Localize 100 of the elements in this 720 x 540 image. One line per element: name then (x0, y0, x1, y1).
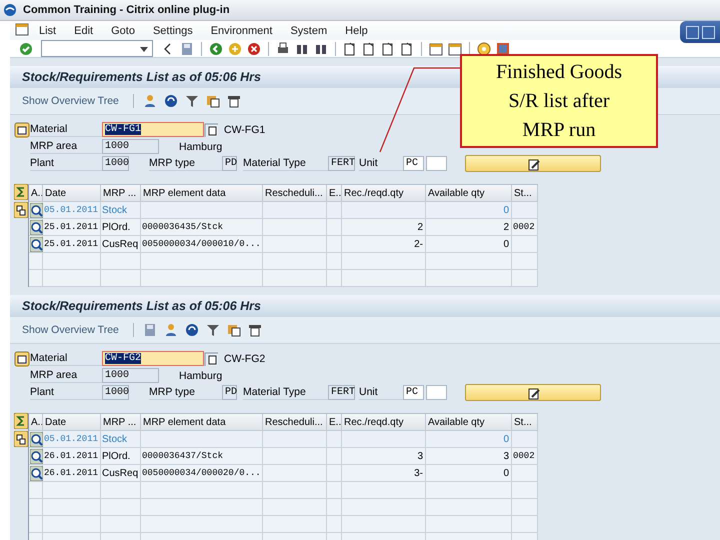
tree-icon[interactable] (14, 122, 30, 138)
unit-field[interactable]: PC (403, 385, 424, 400)
column-header[interactable]: MRP element data (141, 414, 263, 431)
table-icon[interactable] (246, 322, 263, 338)
table-cell: Stock (101, 202, 141, 219)
table-icon[interactable] (226, 93, 242, 109)
help-icon[interactable] (476, 40, 492, 56)
table-cell (101, 253, 141, 270)
layout-icon[interactable] (226, 322, 242, 338)
back-icon[interactable] (208, 40, 224, 56)
table-cell: 0000036435/Stck (141, 219, 263, 236)
material-field[interactable]: CW-FG1 (102, 122, 204, 137)
material-type-field[interactable]: FERT (328, 385, 355, 400)
menu-item[interactable]: List (30, 25, 66, 37)
magnifier-icon[interactable] (30, 466, 43, 480)
column-header[interactable]: St... (512, 185, 538, 202)
column-header[interactable]: A.. (29, 185, 43, 202)
column-header[interactable]: E.. (327, 414, 342, 431)
column-header[interactable]: Available qty (426, 185, 512, 202)
plant-field[interactable]: 1000 (102, 385, 129, 400)
table-cell (512, 253, 538, 270)
sum-icon[interactable] (14, 184, 28, 200)
table-cell (29, 516, 43, 533)
column-header[interactable]: Available qty (426, 414, 512, 431)
window-icon[interactable] (14, 21, 30, 37)
input-field[interactable] (426, 385, 447, 400)
column-header[interactable]: Rescheduli... (263, 414, 327, 431)
table-cell (263, 219, 327, 236)
table-cell (512, 482, 538, 499)
refresh-icon[interactable] (184, 322, 200, 338)
edit-icon[interactable] (526, 386, 540, 400)
magnifier-icon[interactable] (30, 236, 43, 252)
cancel-icon[interactable] (246, 40, 262, 56)
edit-button[interactable] (465, 155, 601, 172)
callout-text: S/R list after (508, 88, 610, 114)
magnifier-icon[interactable] (30, 448, 43, 464)
material-type-field[interactable]: FERT (328, 156, 355, 171)
expand-icon[interactable] (14, 202, 28, 218)
sum-icon[interactable] (14, 413, 28, 429)
menu-item[interactable]: Edit (65, 25, 102, 37)
menu-item[interactable]: Environment (202, 25, 282, 37)
menu-item[interactable]: System (281, 25, 336, 37)
input-field[interactable] (426, 156, 447, 171)
table-cell (327, 431, 342, 448)
overview-tree-button[interactable]: Show Overview Tree (22, 324, 125, 336)
window-controls[interactable] (680, 21, 720, 43)
window-icon[interactable] (447, 40, 463, 56)
window-icon[interactable] (428, 40, 444, 56)
magnifier-icon[interactable] (30, 202, 43, 218)
table-cell: 0050000034/000020/0... (141, 465, 263, 482)
column-header[interactable]: Date (43, 185, 101, 202)
table-cell (327, 270, 342, 287)
filter-icon[interactable] (184, 93, 200, 109)
plant-field[interactable]: 1000 (102, 156, 129, 171)
column-header[interactable]: Rescheduli... (263, 185, 327, 202)
refresh-icon[interactable] (162, 93, 179, 109)
table-cell (327, 516, 342, 533)
settings-icon[interactable] (495, 40, 511, 56)
overview-tree-button[interactable]: Show Overview Tree (22, 95, 125, 107)
table-cell (43, 270, 101, 287)
menu-item[interactable]: Settings (144, 25, 202, 37)
column-header[interactable]: MRP ... (101, 414, 141, 431)
menu-item[interactable]: Help (336, 25, 377, 37)
mrp-type-field[interactable]: PD (222, 385, 237, 400)
column-header[interactable]: Rec./reqd.qty (342, 185, 426, 202)
table-cell (327, 236, 342, 253)
mrp-type-field[interactable]: PD (222, 156, 237, 171)
table-cell (263, 482, 327, 499)
column-header[interactable]: MRP element data (141, 185, 263, 202)
layout-icon[interactable] (204, 93, 221, 109)
check-icon[interactable] (18, 40, 34, 56)
column-header[interactable]: MRP ... (101, 185, 141, 202)
expand-icon[interactable] (14, 431, 28, 447)
command-field[interactable] (41, 40, 153, 57)
table-cell: 25.01.2011 (43, 219, 101, 236)
table-cell: 2- (342, 236, 426, 253)
table-cell (512, 236, 538, 253)
material-field[interactable]: CW-FG2 (102, 351, 204, 366)
mrp-area-field[interactable]: 1000 (102, 368, 159, 383)
magnifier-icon[interactable] (30, 432, 43, 446)
column-header[interactable]: E.. (327, 185, 342, 202)
copy-icon[interactable] (204, 352, 218, 366)
column-header[interactable]: St... (512, 414, 538, 431)
table-cell: 0 (426, 431, 512, 448)
edit-icon[interactable] (526, 156, 540, 170)
table-cell: 25.01.2011 (43, 236, 101, 253)
column-header[interactable]: Date (43, 414, 101, 431)
tree-icon[interactable] (14, 350, 30, 366)
copy-icon[interactable] (204, 122, 218, 136)
column-header[interactable]: Rec./reqd.qty (342, 414, 426, 431)
edit-button[interactable] (465, 384, 601, 401)
filter-icon[interactable] (204, 322, 221, 338)
magnifier-icon[interactable] (30, 220, 43, 234)
unit-field[interactable]: PC (403, 156, 424, 171)
table-cell (43, 253, 101, 270)
menu-item[interactable]: Goto (102, 25, 144, 37)
table-cell (327, 482, 342, 499)
mrp-area-field[interactable]: 1000 (102, 139, 159, 154)
table-cell: 2 (426, 219, 512, 236)
column-header[interactable]: A.. (29, 414, 43, 431)
